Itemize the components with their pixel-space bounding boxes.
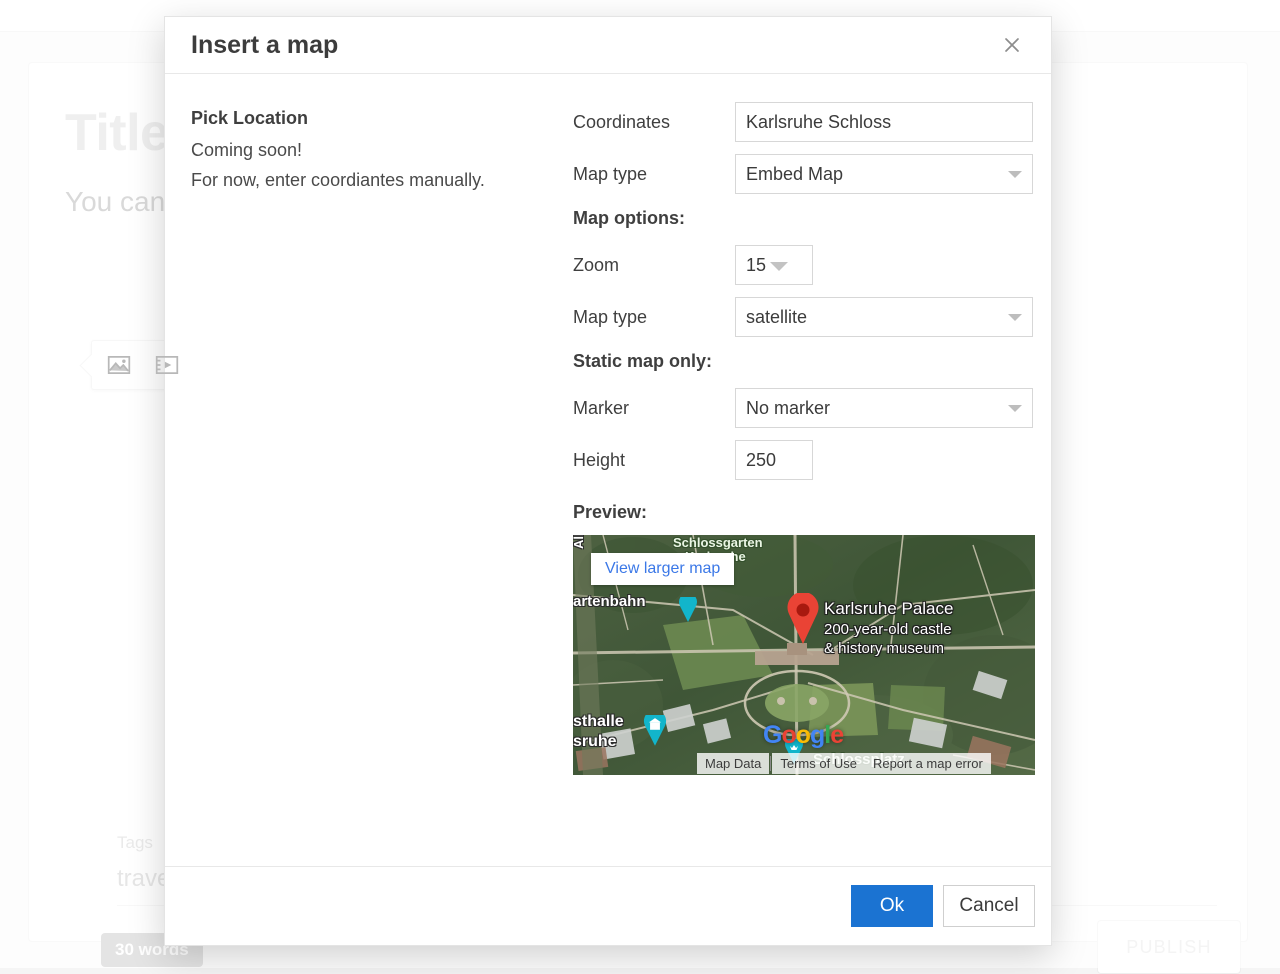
google-logo-g2: g <box>810 721 824 749</box>
zoom-maptype-select[interactable]: satellite <box>735 297 1033 337</box>
preview-heading: Preview: <box>573 502 1035 523</box>
poi-subtitle-line-1: 200-year-old castle <box>824 620 952 639</box>
zoom-row: Zoom 15 <box>573 245 1035 285</box>
zoom-maptype-label: Map type <box>573 307 735 328</box>
map-label-gartenbahn: artenbahn <box>573 593 646 610</box>
chevron-down-icon <box>1008 171 1022 178</box>
marker-select-value: No marker <box>746 398 830 419</box>
google-logo: Google <box>763 721 843 750</box>
marker-select[interactable]: No marker <box>735 388 1033 428</box>
maptype-row: Map type Embed Map <box>573 154 1035 194</box>
pick-location-panel: Pick Location Coming soon! For now, ente… <box>191 102 573 866</box>
map-label-sruhe: sruhe <box>573 733 617 751</box>
map-label-park-line1: Schlossgarten <box>673 535 763 550</box>
coordinates-label: Coordinates <box>573 112 735 133</box>
terms-of-use-link[interactable]: Terms of Use <box>772 753 865 774</box>
maptype-label: Map type <box>573 164 735 185</box>
teal-museum-pin-icon <box>643 715 667 747</box>
pick-location-heading: Pick Location <box>191 108 573 129</box>
zoom-field-wrap: 15 <box>735 245 813 285</box>
pick-location-line-2: For now, enter coordiantes manually. <box>191 165 573 195</box>
chevron-down-icon <box>770 262 788 271</box>
map-options-heading: Map options: <box>573 208 1035 229</box>
dialog-footer: Ok Cancel <box>165 866 1051 945</box>
location-marker-icon <box>785 593 821 645</box>
image-icon[interactable] <box>106 352 132 378</box>
chevron-down-icon <box>1008 314 1022 321</box>
attribution-divider <box>770 756 771 771</box>
pick-location-line-1: Coming soon! <box>191 135 573 165</box>
dialog-header: Insert a map <box>165 17 1051 74</box>
dialog-body: Pick Location Coming soon! For now, ente… <box>165 74 1051 866</box>
insert-map-dialog: Insert a map Pick Location Coming soon! … <box>164 16 1052 946</box>
height-label: Height <box>573 450 735 471</box>
google-logo-o2: o <box>796 721 810 749</box>
poi-title: Karlsruhe Palace <box>824 599 953 618</box>
report-map-error-link[interactable]: Report a map error <box>865 753 991 774</box>
dialog-title: Insert a map <box>191 31 338 60</box>
marker-row: Marker No marker <box>573 388 1035 428</box>
cancel-button[interactable]: Cancel <box>943 885 1035 927</box>
static-map-heading: Static map only: <box>573 351 1035 372</box>
video-icon[interactable] <box>154 352 180 378</box>
view-larger-map-button[interactable]: View larger map <box>591 553 734 585</box>
google-logo-e: e <box>830 721 843 749</box>
map-preview[interactable]: Schlossgarten Karlsruhe Allee artenbahn … <box>573 535 1035 775</box>
google-logo-g1: G <box>763 721 781 749</box>
ok-button[interactable]: Ok <box>851 885 933 927</box>
google-logo-o1: o <box>781 721 795 749</box>
height-input[interactable]: 250 <box>735 440 813 480</box>
coordinates-row: Coordinates Karlsruhe Schloss <box>573 102 1035 142</box>
chevron-down-icon <box>1008 405 1022 412</box>
maptype-select[interactable]: Embed Map <box>735 154 1033 194</box>
poi-subtitle: 200-year-old castle & history museum <box>824 620 952 658</box>
marker-label: Marker <box>573 398 735 419</box>
map-label-allee: Allee <box>573 535 586 549</box>
zoom-maptype-row: Map type satellite <box>573 297 1035 337</box>
maptype-select-value: Embed Map <box>746 164 843 185</box>
close-icon[interactable] <box>995 28 1029 62</box>
map-data-link[interactable]: Map Data <box>697 753 769 774</box>
zoom-label: Zoom <box>573 255 735 276</box>
poi-subtitle-line-2: & history museum <box>824 639 952 658</box>
zoom-maptype-select-value: satellite <box>746 307 807 328</box>
map-settings-panel: Coordinates Karlsruhe Schloss Map type E… <box>573 102 1035 866</box>
map-attribution-bar: Map Data Terms of Use Report a map error <box>697 753 991 774</box>
map-label-sthalle: sthalle <box>573 713 624 731</box>
teal-map-pin-icon <box>679 597 697 623</box>
height-row: Height 250 <box>573 440 1035 480</box>
coordinates-input[interactable]: Karlsruhe Schloss <box>735 102 1033 142</box>
